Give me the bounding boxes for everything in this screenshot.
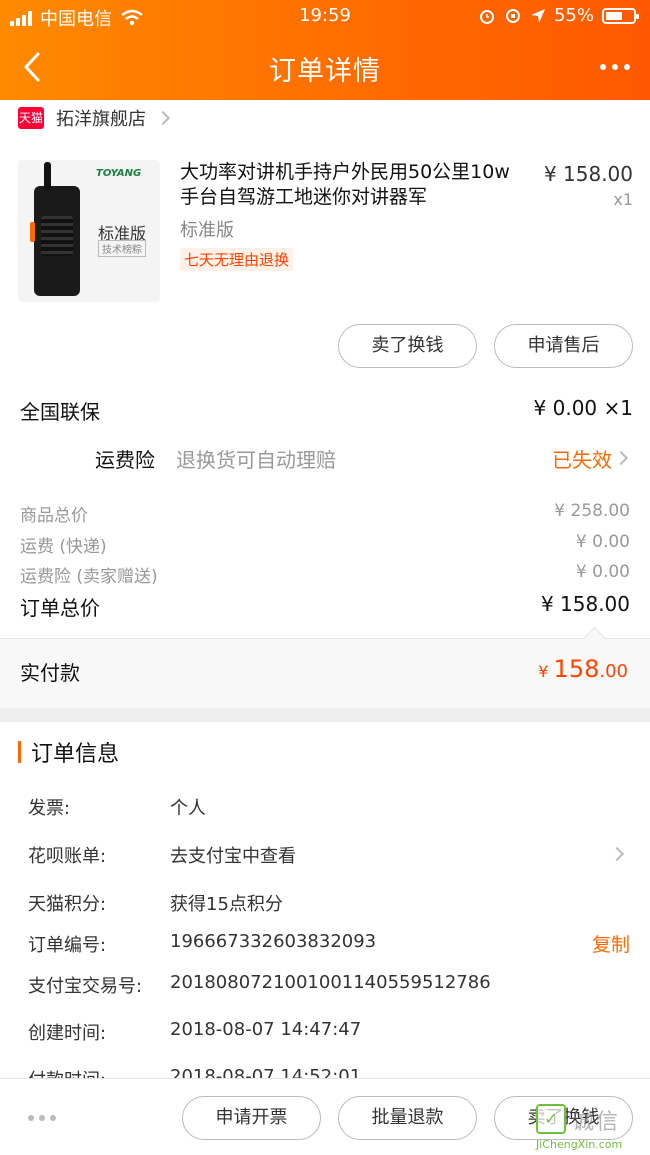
more-actions-icon[interactable] [28, 1115, 56, 1121]
huabei-label: 花呗账单: [28, 846, 107, 867]
paid-amount-row: 实付款 ¥ 158.00 [0, 638, 650, 708]
rotation-lock-icon [505, 8, 520, 23]
alipay-trade-value: 2018080721001001140559512786 [170, 972, 491, 993]
app-header: 中国电信 19:59 55% 订单详情 [0, 0, 650, 100]
order-total-value: ¥ 158.00 [540, 592, 630, 616]
shipping-insurance-label: 运费险 [95, 448, 155, 472]
tmall-badge: 天猫 [18, 107, 44, 129]
product-price: ¥ 158.00 [543, 162, 633, 186]
invoice-label: 发票: [28, 798, 71, 819]
status-bar: 中国电信 19:59 55% [0, 0, 650, 34]
chevron-right-icon [609, 846, 625, 862]
warranty-value: ¥ 0.00 ×1 [533, 396, 633, 420]
alarm-icon [479, 9, 494, 24]
shipping-insurance-desc: 退换货可自动理赔 [176, 448, 336, 472]
product-title[interactable]: 大功率对讲机手持户外民用50公里10w手台自驾游工地迷你对讲器军 [180, 160, 520, 210]
order-number-label: 订单编号: [28, 935, 107, 956]
freight-value: ¥ 0.00 [575, 532, 630, 552]
copy-button[interactable]: 复制 [592, 930, 630, 957]
created-time-label: 创建时间: [28, 1023, 107, 1044]
order-total-label: 订单总价 [20, 596, 100, 620]
nav-bar: 订单详情 [0, 34, 650, 100]
huabei-value: 去支付宝中查看 [170, 846, 296, 867]
summary-goods-row: 商品总价 ¥ 258.00 [0, 501, 650, 526]
product-spec: 标准版 [180, 220, 234, 241]
watermark-logo-icon: ✓ [536, 1104, 566, 1134]
goods-total-label: 商品总价 [20, 506, 88, 526]
page-title: 订单详情 [269, 56, 381, 87]
invoice-value: 个人 [170, 798, 206, 819]
more-menu-icon[interactable] [600, 64, 630, 70]
order-info-heading: 订单信息 [18, 738, 119, 767]
shipping-insurance-row[interactable]: 运费险 退换货可自动理赔 已失效 [0, 444, 650, 474]
apply-invoice-button[interactable]: 申请开票 [182, 1096, 321, 1140]
order-number-value: 196667332603832093 [170, 931, 377, 952]
watermark-text: 诚信 [572, 1110, 621, 1135]
product-quantity: x1 [613, 190, 633, 209]
insurance-fee-value: ¥ 0.00 [575, 562, 630, 582]
section-divider [0, 708, 650, 722]
watermark: ✓ 诚信 JiChengXin.com [532, 1098, 644, 1152]
shop-name: 拓洋旗舰店 [56, 109, 146, 130]
watermark-url: JiChengXin.com [536, 1138, 623, 1151]
batch-refund-button[interactable]: 批量退款 [338, 1096, 477, 1140]
return-policy-tag: 七天无理由退换 [180, 248, 294, 271]
chevron-right-icon [613, 450, 629, 466]
chevron-right-icon [155, 110, 171, 126]
paid-value: ¥ 158.00 [538, 655, 628, 683]
points-value: 获得15点积分 [170, 894, 283, 915]
summary-insurance-row: 运费险 (卖家赠送) ¥ 0.00 [0, 562, 650, 587]
product-thumbnail[interactable]: TOYANG 标准版 技术榜粽 [18, 160, 160, 302]
points-label: 天猫积分: [28, 894, 107, 915]
battery-icon [602, 7, 639, 24]
freight-label: 运费 (快递) [20, 537, 107, 557]
thumb-tag: 技术榜粽 [98, 240, 146, 257]
summary-freight-row: 运费 (快递) ¥ 0.00 [0, 532, 650, 557]
order-total-row: 订单总价 ¥ 158.00 [0, 592, 650, 620]
accent-bar [18, 741, 21, 763]
warranty-label: 全国联保 [20, 400, 100, 424]
created-time-value: 2018-08-07 14:47:47 [170, 1019, 362, 1040]
huabei-row[interactable]: 花呗账单: 去支付宝中查看 [0, 842, 650, 868]
after-sale-button[interactable]: 申请售后 [494, 324, 633, 368]
thumb-brand: TOYANG [96, 168, 142, 179]
location-icon [530, 8, 545, 23]
battery-percent: 55% [553, 5, 594, 26]
alipay-trade-label: 支付宝交易号: [28, 976, 143, 997]
walkie-talkie-image [30, 162, 80, 296]
warranty-row: 全国联保 ¥ 0.00 ×1 [0, 396, 650, 426]
insurance-fee-label: 运费险 (卖家赠送) [20, 567, 158, 587]
goods-total-value: ¥ 258.00 [554, 501, 630, 521]
shipping-insurance-status: 已失效 [552, 448, 612, 472]
sell-button[interactable]: 卖了换钱 [338, 324, 477, 368]
shop-link[interactable]: 天猫 拓洋旗舰店 [18, 104, 171, 132]
paid-label: 实付款 [20, 661, 80, 685]
